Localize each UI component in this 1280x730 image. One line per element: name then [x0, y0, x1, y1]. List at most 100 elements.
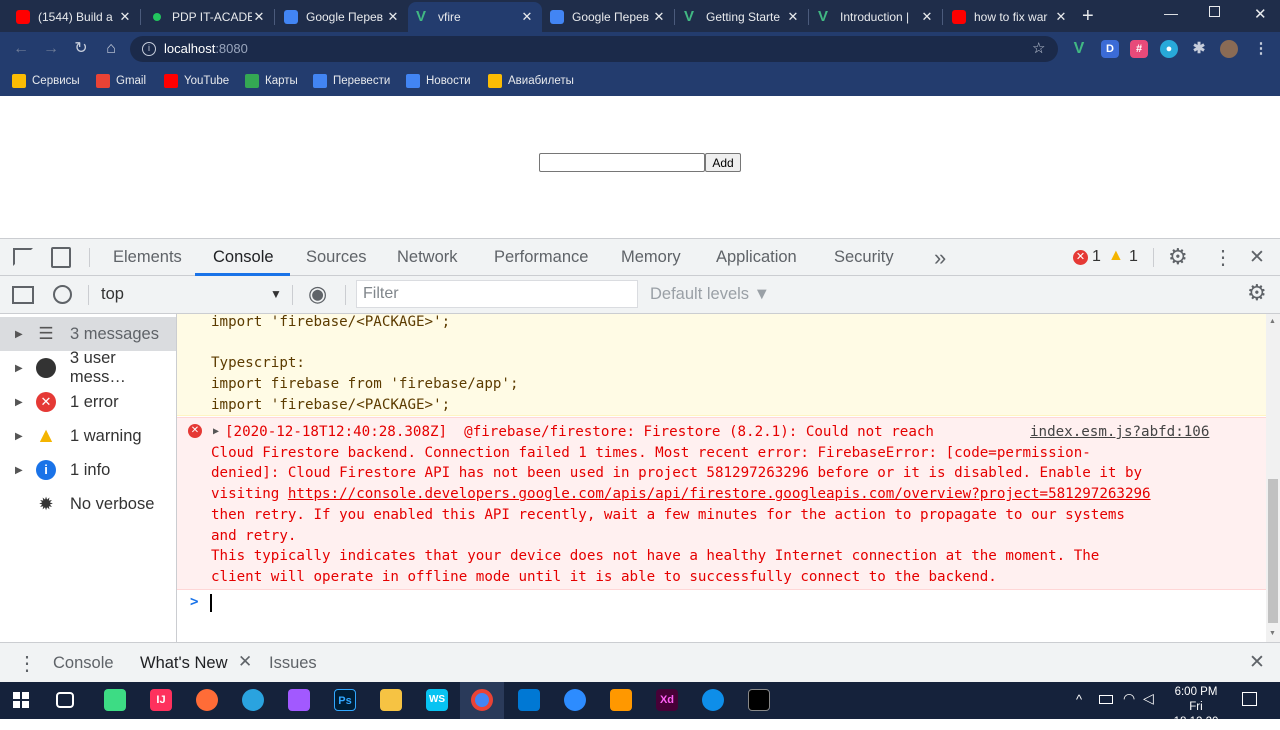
- warning-icon[interactable]: ▲: [1108, 247, 1124, 265]
- source-link[interactable]: index.esm.js?abfd:106: [1030, 424, 1209, 440]
- clear-console-icon[interactable]: [53, 285, 72, 304]
- error-icon[interactable]: ✕: [1073, 250, 1088, 265]
- telegram-icon[interactable]: [242, 689, 264, 711]
- wifi-icon[interactable]: ◠: [1123, 690, 1135, 707]
- vscode-icon[interactable]: [518, 689, 540, 711]
- expand-arrow-icon[interactable]: ▶: [15, 397, 25, 408]
- task-input[interactable]: [539, 153, 705, 172]
- maximize-button[interactable]: [1209, 6, 1220, 17]
- close-icon[interactable]: ✕: [520, 9, 534, 25]
- bookmark-item[interactable]: Авиабилеты: [488, 72, 574, 90]
- error-count[interactable]: 1: [1092, 248, 1101, 266]
- expand-arrow-icon[interactable]: ▶: [15, 431, 25, 442]
- extension-grid-icon[interactable]: #: [1130, 40, 1148, 58]
- expand-arrow-icon[interactable]: ▶: [15, 363, 25, 374]
- close-icon[interactable]: ✕: [118, 9, 132, 25]
- webstorm-icon[interactable]: WS: [426, 689, 448, 711]
- task-view-icon[interactable]: [56, 692, 74, 708]
- sidebar-item-messages[interactable]: ▶ ☰ 3 messages: [0, 317, 176, 351]
- tab-security[interactable]: Security: [834, 239, 894, 276]
- home-button[interactable]: ⌂: [100, 38, 122, 60]
- console-settings-gear-icon[interactable]: ⚙: [1247, 280, 1267, 306]
- console-prompt[interactable]: >: [177, 591, 1266, 621]
- drawer-tab-console[interactable]: Console: [53, 643, 114, 683]
- teamviewer-icon[interactable]: [702, 689, 724, 711]
- bookmark-item[interactable]: Gmail: [96, 72, 146, 90]
- tab-memory[interactable]: Memory: [621, 239, 681, 276]
- close-icon[interactable]: ✕: [386, 9, 400, 25]
- browser-tab[interactable]: how to fix war ✕: [944, 2, 1076, 32]
- close-icon[interactable]: ✕: [920, 9, 934, 25]
- expand-arrow-icon[interactable]: ▶: [15, 465, 25, 476]
- bookmark-star-icon[interactable]: ☆: [1032, 36, 1045, 62]
- browser-tab[interactable]: PDP IT-ACADE ✕: [142, 2, 274, 32]
- add-button[interactable]: Add: [705, 153, 741, 172]
- bookmark-item[interactable]: Перевести: [313, 72, 390, 90]
- terminal-icon[interactable]: [748, 689, 770, 711]
- close-drawer-icon[interactable]: ✕: [1249, 651, 1265, 674]
- context-selector[interactable]: top: [101, 285, 124, 304]
- more-tabs-button[interactable]: »: [934, 239, 946, 276]
- close-icon[interactable]: ✕: [786, 9, 800, 25]
- tab-performance[interactable]: Performance: [494, 239, 588, 276]
- browser-tab-active[interactable]: V vfire ✕: [408, 2, 542, 32]
- browser-tab[interactable]: Google Перев ✕: [276, 2, 408, 32]
- tab-elements[interactable]: Elements: [113, 239, 182, 276]
- expand-arrow-icon[interactable]: ▶: [213, 426, 219, 437]
- intellij-icon[interactable]: IJ: [150, 689, 172, 711]
- browser-tab[interactable]: (1544) Build a ✕: [8, 2, 140, 32]
- console-scrollbar[interactable]: ▲ ▼: [1266, 314, 1280, 642]
- device-toolbar-icon[interactable]: [51, 247, 71, 268]
- bookmark-item[interactable]: YouTube: [164, 72, 229, 90]
- notifications-icon[interactable]: [1242, 692, 1257, 706]
- inspect-element-icon[interactable]: [13, 248, 33, 266]
- close-icon[interactable]: ✕: [1054, 9, 1068, 25]
- tab-application[interactable]: Application: [716, 239, 797, 276]
- expand-arrow-icon[interactable]: ▶: [15, 329, 25, 340]
- volume-icon[interactable]: ◁: [1143, 690, 1154, 707]
- browser-tab[interactable]: V Introduction | ✕: [810, 2, 942, 32]
- reload-button[interactable]: ↻: [70, 38, 92, 60]
- warning-count[interactable]: 1: [1129, 248, 1138, 266]
- drawer-tab-issues[interactable]: Issues: [269, 643, 317, 683]
- adobe-xd-icon[interactable]: Xd: [656, 689, 678, 711]
- sidebar-item-verbose[interactable]: ▶ ✹ No verbose: [0, 487, 176, 521]
- scroll-up-icon[interactable]: ▲: [1269, 318, 1276, 325]
- scroll-down-icon[interactable]: ▼: [1269, 630, 1276, 637]
- photoshop-icon[interactable]: Ps: [334, 689, 356, 711]
- sidebar-toggle-icon[interactable]: [12, 286, 34, 304]
- avatar[interactable]: [1220, 40, 1238, 58]
- drawer-tab-whats-new[interactable]: What's New: [140, 643, 228, 683]
- bookmark-item[interactable]: Новости: [406, 72, 471, 90]
- sidebar-item-user-messages[interactable]: ▶ 3 user mess…: [0, 349, 176, 386]
- extension-blue-icon[interactable]: ●: [1160, 40, 1178, 58]
- browser-tab[interactable]: V Getting Starte ✕: [676, 2, 808, 32]
- battery-icon[interactable]: [1099, 695, 1113, 704]
- postman-icon[interactable]: [196, 689, 218, 711]
- sublime-icon[interactable]: [610, 689, 632, 711]
- sidebar-item-info[interactable]: ▶ i 1 info: [0, 453, 176, 487]
- chevron-up-icon[interactable]: ^: [1076, 692, 1082, 707]
- chevron-down-icon[interactable]: ▼: [270, 287, 282, 301]
- scroll-thumb[interactable]: [1268, 479, 1278, 623]
- close-icon[interactable]: ✕: [652, 9, 666, 25]
- sidebar-item-errors[interactable]: ▶ ✕ 1 error: [0, 385, 176, 419]
- drawer-menu-icon[interactable]: ⋮: [17, 651, 37, 676]
- extension-d-icon[interactable]: D: [1101, 40, 1119, 58]
- devtools-menu-icon[interactable]: ⋮: [1213, 245, 1233, 270]
- zoom-icon[interactable]: [564, 689, 586, 711]
- close-tab-icon[interactable]: ✕: [238, 652, 252, 672]
- default-levels-dropdown[interactable]: Default levels ▼: [650, 285, 770, 304]
- app-green-icon[interactable]: [104, 689, 126, 711]
- minimize-button[interactable]: —: [1164, 5, 1178, 21]
- info-icon[interactable]: i: [142, 42, 156, 56]
- puzzle-icon[interactable]: ✱: [1190, 40, 1208, 58]
- tab-sources[interactable]: Sources: [306, 239, 367, 276]
- settings-gear-icon[interactable]: ⚙: [1168, 244, 1188, 270]
- eye-icon[interactable]: ◉: [308, 281, 327, 307]
- tab-console[interactable]: Console: [213, 239, 274, 276]
- back-button[interactable]: ←: [10, 38, 32, 60]
- close-devtools-icon[interactable]: ✕: [1249, 246, 1265, 269]
- menu-icon[interactable]: ⋮: [1252, 40, 1270, 58]
- vue-devtools-icon[interactable]: V: [1070, 40, 1088, 58]
